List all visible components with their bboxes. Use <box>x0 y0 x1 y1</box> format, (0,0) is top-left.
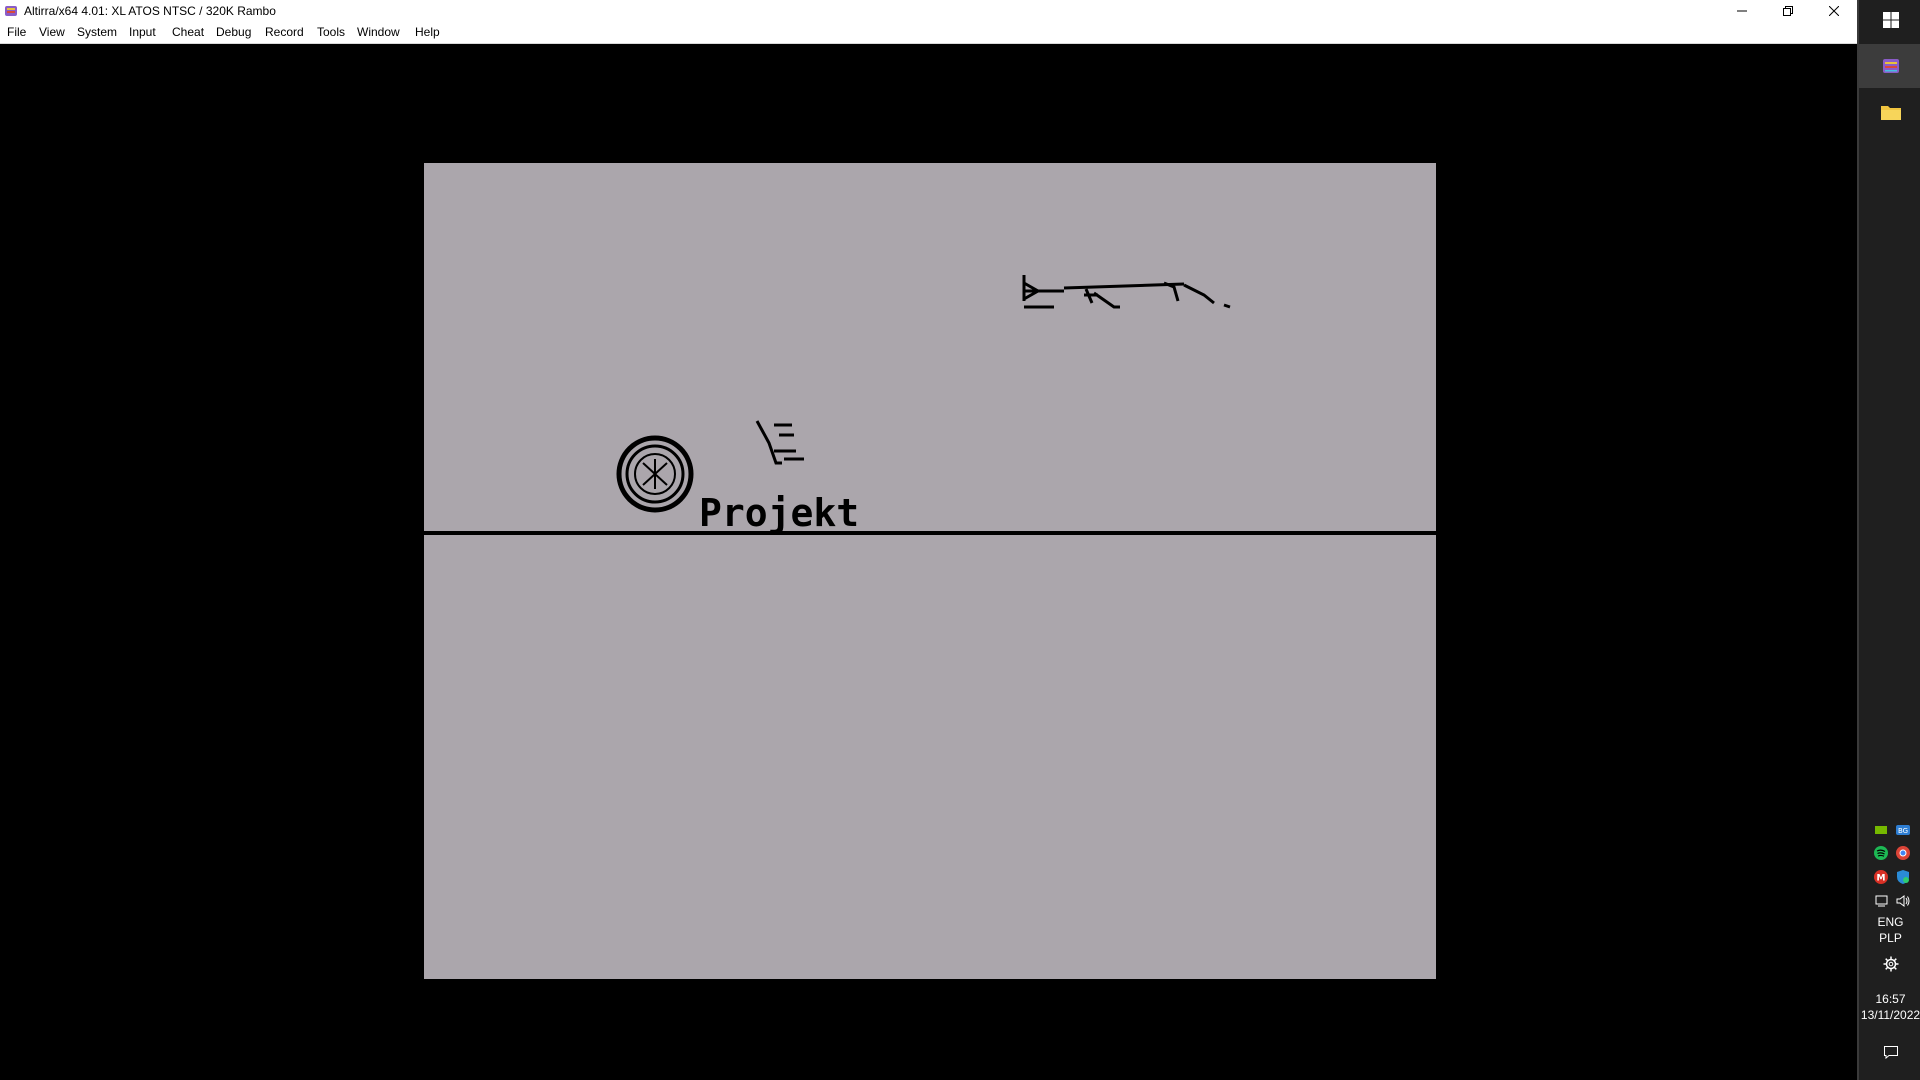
menu-file[interactable]: File <box>7 25 26 39</box>
emulator-window: Altirra/x64 4.01: XL ATOS NTSC / 320K Ra… <box>0 0 1857 1080</box>
menu-view[interactable]: View <box>39 25 65 39</box>
minimize-button[interactable] <box>1719 0 1765 22</box>
gear-icon <box>1883 956 1898 972</box>
menu-cheat[interactable]: Cheat <box>172 25 204 39</box>
notification-icon <box>1883 1046 1898 1060</box>
close-button[interactable] <box>1811 0 1857 22</box>
atari-graphics: Projekt <box>424 275 1436 535</box>
settings-tray-button[interactable] <box>1859 954 1920 974</box>
svg-text:M: M <box>1877 874 1886 884</box>
window-title: Altirra/x64 4.01: XL ATOS NTSC / 320K Ra… <box>24 4 276 18</box>
taskbar: BG M ENG PLP 16:57 13/11/2022 <box>1857 0 1920 1080</box>
chrome-icon[interactable] <box>1895 845 1911 861</box>
menu-help[interactable]: Help <box>415 25 440 39</box>
emblem-logo <box>616 435 694 513</box>
start-button[interactable] <box>1859 4 1920 36</box>
volume-icon[interactable] <box>1895 893 1911 909</box>
nvidia-icon[interactable] <box>1873 822 1889 838</box>
minimize-icon <box>1737 10 1747 12</box>
bg-app-icon[interactable]: BG <box>1895 822 1911 838</box>
input-language-indicator[interactable]: ENG PLP <box>1859 914 1920 946</box>
menu-system[interactable]: System <box>77 25 117 39</box>
clock-date: 13/11/2022 <box>1860 1008 1920 1022</box>
folder-icon <box>1880 106 1901 120</box>
pixel-sketch-shape <box>1022 275 1231 309</box>
close-icon <box>1829 6 1839 16</box>
windows-logo-icon <box>1882 12 1899 28</box>
altirra-taskbar-icon <box>1882 59 1899 73</box>
action-center-button[interactable] <box>1859 1040 1920 1064</box>
restore-button[interactable] <box>1765 0 1811 22</box>
menu-debug[interactable]: Debug <box>216 25 251 39</box>
menu-window[interactable]: Window <box>357 25 400 39</box>
title-bar[interactable]: Altirra/x64 4.01: XL ATOS NTSC / 320K Ra… <box>0 0 1857 22</box>
network-icon[interactable] <box>1873 893 1889 909</box>
clock-time: 16:57 <box>1875 992 1906 1006</box>
keyboard-layout-code: PLP <box>1879 931 1902 945</box>
taskbar-app-file-explorer[interactable] <box>1859 92 1920 132</box>
restore-icon <box>1783 6 1793 16</box>
security-shield-icon[interactable] <box>1895 869 1911 885</box>
menu-record[interactable]: Record <box>265 25 304 39</box>
taskbar-app-altirra[interactable] <box>1859 44 1920 88</box>
horizon-line <box>424 531 1436 535</box>
menu-tools[interactable]: Tools <box>317 25 345 39</box>
spotify-icon[interactable] <box>1873 845 1889 861</box>
pixel-glyph-tool <box>755 420 804 465</box>
altirra-app-icon <box>5 6 17 16</box>
clock[interactable]: 16:57 13/11/2022 <box>1859 991 1920 1023</box>
mail-icon[interactable]: M <box>1873 869 1889 885</box>
emulator-display[interactable]: Projekt <box>1 44 1856 1078</box>
menu-bar: File View System Input Cheat Debug Recor… <box>0 22 1857 44</box>
projekt-label: Projekt <box>699 491 859 535</box>
language-code: ENG <box>1877 915 1904 929</box>
svg-text:BG: BG <box>1898 827 1908 835</box>
atari-screen[interactable]: Projekt <box>424 163 1436 979</box>
menu-input[interactable]: Input <box>129 25 156 39</box>
